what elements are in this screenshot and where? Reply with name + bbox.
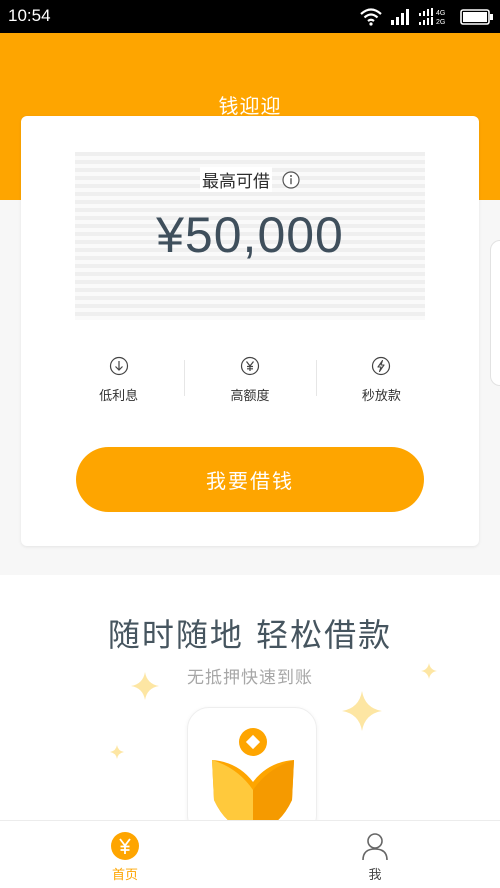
- signal-4g-2g-icon: 4G 2G: [419, 8, 445, 26]
- feature-label: 高额度: [230, 389, 270, 404]
- signal-icon: [391, 9, 409, 25]
- feature-low-interest: 低利息: [53, 356, 184, 416]
- feature-list: 低利息 高额度 秒放款: [53, 356, 447, 416]
- sparkle-icon: [421, 663, 437, 679]
- feature-label: 低利息: [99, 389, 139, 404]
- status-bar: 10:54 4G 2G: [0, 0, 500, 33]
- tab-bar: 首页 我: [0, 820, 500, 888]
- limit-label-row: 最高可借: [21, 167, 479, 192]
- sparkle-icon: [131, 672, 159, 700]
- user-icon: [362, 833, 388, 861]
- sparkle-icon: [110, 745, 124, 759]
- battery-icon: [460, 9, 493, 25]
- tab-label: 首页: [111, 868, 138, 883]
- app-logo-icon: [212, 728, 294, 820]
- status-time: 10:54: [8, 6, 51, 25]
- tab-label: 我: [368, 868, 382, 883]
- network-label-2g: 2G: [436, 19, 445, 26]
- side-card-peek: [490, 240, 500, 386]
- limit-label: 最高可借: [200, 167, 272, 192]
- info-icon[interactable]: [282, 170, 300, 189]
- network-label-4g: 4G: [436, 10, 445, 17]
- yen-icon: [111, 832, 139, 860]
- yen-circle-icon: [240, 356, 260, 376]
- borrow-button[interactable]: 我要借钱: [76, 447, 424, 512]
- sparkle-icon: [342, 691, 382, 731]
- app-tile: [187, 707, 317, 820]
- app-title: 钱迎迎: [218, 94, 282, 118]
- feature-high-limit: 高额度: [184, 356, 315, 416]
- status-icons: 4G 2G: [360, 7, 494, 27]
- loan-card: 最高可借 ¥50,000 低利息 高额度 秒放款 我要借钱: [21, 116, 479, 546]
- tab-me[interactable]: 我: [250, 821, 500, 888]
- wifi-icon: [360, 8, 382, 26]
- promo-title: 随时随地 轻松借款: [107, 616, 393, 654]
- tab-home[interactable]: 首页: [0, 821, 250, 888]
- limit-amount: ¥50,000: [156, 207, 344, 263]
- promo-section: 随时随地 轻松借款 无抵押快速到账: [0, 575, 500, 820]
- arrow-down-circle-icon: [109, 356, 128, 376]
- feature-label: 秒放款: [361, 389, 401, 404]
- lightning-circle-icon: [372, 356, 391, 376]
- feature-fast-payout: 秒放款: [315, 356, 447, 416]
